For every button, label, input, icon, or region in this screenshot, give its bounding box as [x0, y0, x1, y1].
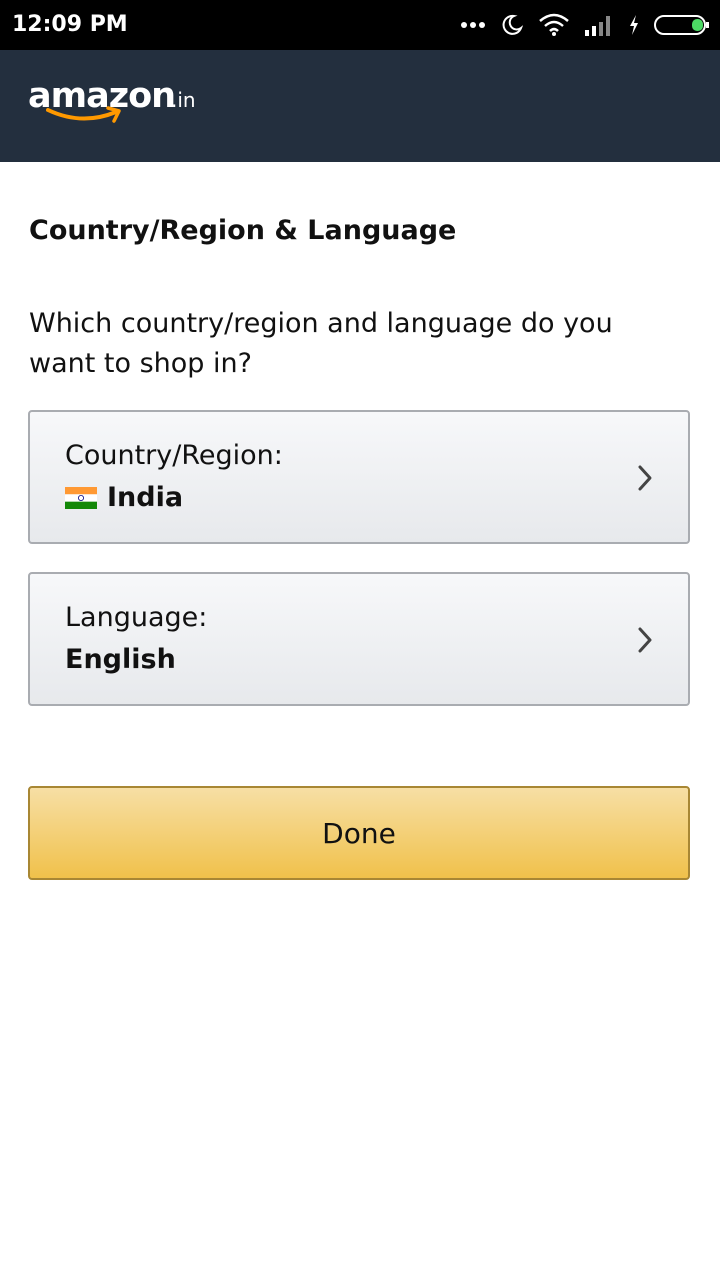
page-title: Country/Region & Language [29, 215, 457, 246]
chevron-right-icon [638, 627, 652, 653]
prompt-text: Which country/region and language do you… [29, 308, 613, 379]
language-label: Language: [65, 602, 208, 633]
wifi-icon [538, 13, 570, 37]
logo-tld: .in [171, 88, 196, 112]
signal-icon [584, 14, 614, 36]
india-flag-icon [65, 487, 97, 509]
country-region-label: Country/Region: [65, 440, 283, 471]
language-value: English [65, 644, 176, 675]
status-time: 12:09 PM [12, 12, 128, 37]
app-header: amazon .in [0, 50, 720, 162]
done-button[interactable]: Done [28, 786, 690, 880]
country-region-selector[interactable]: Country/Region: India [28, 410, 690, 544]
moon-icon [500, 13, 524, 37]
country-name: India [107, 482, 184, 513]
chevron-right-icon [638, 465, 652, 491]
status-bar: 12:09 PM [0, 0, 720, 50]
smile-arrow-icon [46, 106, 121, 123]
charging-icon [628, 14, 640, 36]
amazon-logo[interactable]: amazon .in [28, 76, 208, 136]
battery-icon [654, 13, 710, 37]
language-selector[interactable]: Language: English [28, 572, 690, 706]
country-region-value: India [65, 480, 183, 516]
status-icons [460, 10, 710, 40]
more-dots-icon [460, 21, 486, 29]
